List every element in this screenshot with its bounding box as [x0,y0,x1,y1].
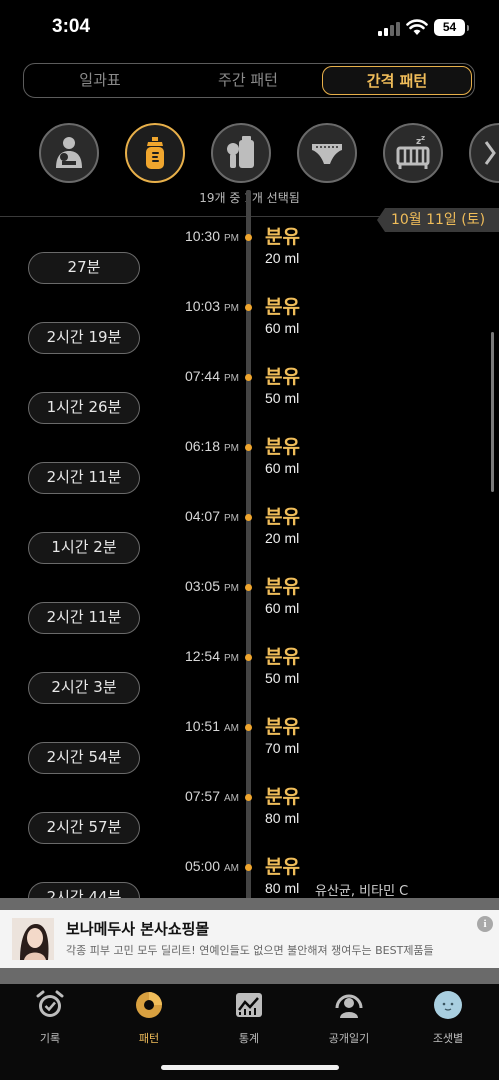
entry-type: 분유 [265,646,300,668]
entry-time: 10:03 PM [184,298,239,314]
interval-pill: 2시간 3분 [28,672,140,704]
entry-dot [245,234,252,241]
entry-dot [245,514,252,521]
tab-interval-pattern[interactable]: 간격 패턴 [322,66,472,95]
entry-type: 분유 [265,716,300,738]
interval-pill: 27분 [28,252,140,284]
tab-daily-schedule[interactable]: 일과표 [26,66,174,95]
nav-record[interactable]: 기록 [5,990,95,1046]
interval-pill: 2시간 57분 [28,812,140,844]
entry-type: 분유 [265,786,300,808]
category-breastfeeding-button[interactable] [39,123,99,183]
category-filter-row: z z [0,123,499,185]
entry-amount: 80 ml [265,810,300,826]
entry-amount: 20 ml [265,250,300,266]
ad-info-icon[interactable]: i [477,916,493,932]
nav-statistics-label: 통계 [238,1032,260,1045]
ad-thumbnail [12,918,54,960]
public-diary-icon [335,994,363,1018]
statistics-icon [236,993,262,1017]
entry-time: 06:18 PM [184,438,239,454]
entry-dot [245,724,252,731]
cellular-signal-icon [378,22,402,36]
entry-type: 분유 [265,506,300,528]
nav-pattern[interactable]: 패턴 [104,990,194,1046]
entry-dot [245,794,252,801]
entry-amount: 80 ml [265,880,300,896]
battery-indicator: 54 [434,19,469,36]
entry-amount: 60 ml [265,600,300,616]
ad-banner-area: 보나메두사 본사쇼핑몰 각종 피부 고민 모두 딜리트! 연예인들도 없으면 불… [0,898,499,984]
entry-amount: 60 ml [265,320,300,336]
svg-text:z: z [421,134,425,142]
entry-dot [245,864,252,871]
category-diaper-button[interactable] [297,123,357,183]
home-indicator [161,1065,339,1070]
entry-type: 분유 [265,856,300,878]
view-tabs: 일과표 주간 패턴 간격 패턴 [23,63,475,98]
diaper-icon [312,144,342,164]
entry-time: 10:30 PM [184,228,239,244]
entry-type: 분유 [265,576,300,598]
entry-time: 10:51 AM [184,718,239,734]
ad-banner[interactable]: 보나메두사 본사쇼핑몰 각종 피부 고민 모두 딜리트! 연예인들도 없으면 불… [0,910,499,968]
entry-amount: 70 ml [265,740,300,756]
category-pumping-button[interactable] [211,123,271,183]
wifi-icon [406,19,428,35]
entry-type: 분유 [265,296,300,318]
entry-dot [245,444,252,451]
profile-avatar-icon [434,991,462,1019]
entry-amount: 60 ml [265,460,300,476]
nav-public-diary-label: 공개일기 [328,1032,370,1045]
entry-time: 07:44 PM [184,368,239,384]
sleep-crib-icon: z z [396,134,430,169]
entry-type: 분유 [265,226,300,248]
entry-dot [245,304,252,311]
entry-note: 유산균, 비타민 C [315,884,409,899]
ad-title: 보나메두사 본사쇼핑몰 [66,920,210,938]
interval-pill: 2시간 11분 [28,462,140,494]
pattern-chart-icon [136,992,162,1018]
alarm-clock-icon [36,990,64,1017]
entry-type: 분유 [265,436,300,458]
entry-dot [245,654,252,661]
entry-time: 07:57 AM [184,788,239,804]
interval-pill: 2시간 54분 [28,742,140,774]
category-sleep-button[interactable]: z z [383,123,443,183]
nav-statistics[interactable]: 통계 [204,990,294,1046]
entry-dot [245,584,252,591]
nav-record-label: 기록 [39,1032,61,1045]
interval-pill: 1시간 2분 [28,532,140,564]
entry-dot [245,374,252,381]
partial-icon [484,141,496,165]
interval-pill: 1시간 26분 [28,392,140,424]
status-time: 3:04 [52,16,91,37]
entry-type: 분유 [265,366,300,388]
category-bottle-button[interactable] [125,123,185,183]
ad-description: 각종 피부 고민 모두 딜리트! 연예인들도 없으면 불안해져 쟁여두는 BES… [66,944,434,957]
scrollbar[interactable] [491,332,494,492]
nav-public-diary[interactable]: 공개일기 [304,990,394,1046]
interval-pill: 2시간 11분 [28,602,140,634]
tab-weekly-pattern[interactable]: 주간 패턴 [174,66,322,95]
nav-profile-label: 조샛별 [432,1032,464,1045]
entry-time: 05:00 AM [184,858,239,874]
status-bar: 3:04 54 [0,0,499,56]
entry-time: 04:07 PM [184,508,239,524]
bottle-icon [146,137,164,169]
nav-pattern-label: 패턴 [138,1032,160,1045]
entry-amount: 50 ml [265,670,300,686]
pumping-icon [227,136,254,168]
category-more-button[interactable] [469,123,499,183]
entry-time: 03:05 PM [184,578,239,594]
nav-profile[interactable]: 조샛별 [403,990,493,1046]
entry-amount: 50 ml [265,390,300,406]
entry-time: 12:54 PM [184,648,239,664]
interval-pill: 2시간 19분 [28,322,140,354]
entry-amount: 20 ml [265,530,300,546]
breastfeeding-icon [56,137,82,168]
